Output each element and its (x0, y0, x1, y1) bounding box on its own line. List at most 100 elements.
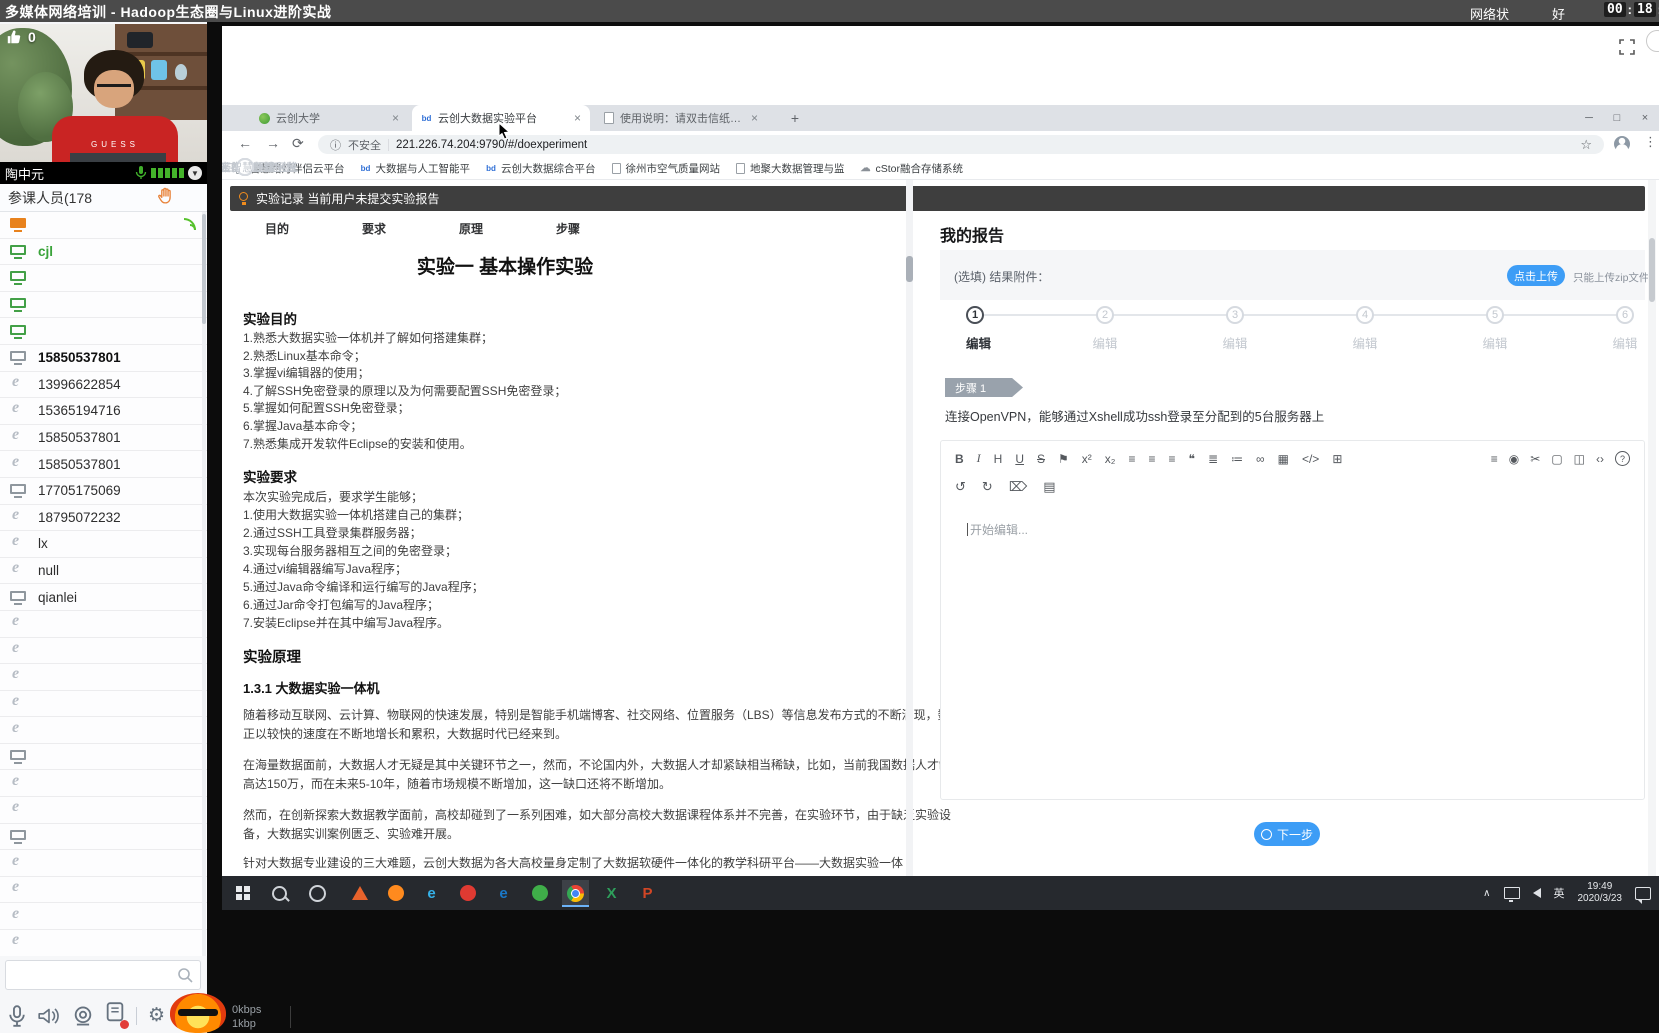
page-scrollbar[interactable] (1648, 180, 1656, 876)
mic-icon[interactable] (135, 166, 147, 180)
tab-yunchuang-university[interactable]: 云创大学 × (250, 105, 408, 131)
taskbar-clock[interactable]: 19:49 2020/3/23 (1578, 881, 1623, 906)
doc-nav-item[interactable]: 原理 (459, 220, 483, 237)
participant-row[interactable]: null (0, 558, 207, 585)
ie-icon[interactable]: e (418, 880, 445, 907)
image-icon[interactable]: ▦ (1278, 452, 1289, 466)
doc-nav-item[interactable]: 目的 (265, 220, 289, 237)
participant-row[interactable]: 18795072232 (0, 505, 207, 532)
ordered-list-icon[interactable]: ≣ (1208, 452, 1218, 466)
heading-icon[interactable]: H (994, 452, 1003, 466)
participant-row[interactable] (0, 691, 207, 718)
participant-row[interactable]: 15850537801 (0, 345, 207, 372)
like-counter[interactable]: 0 (6, 29, 36, 45)
superscript-icon[interactable]: x² (1082, 452, 1092, 466)
bookmark-jingkai-env[interactable]: 经开区智慧环保平台 (236, 158, 254, 176)
firefox-icon[interactable] (382, 880, 409, 907)
redo-icon[interactable]: ↻ (982, 479, 993, 495)
reload-button[interactable]: ⟳ (292, 135, 304, 152)
report-editor[interactable]: BIHUS⚑x²x₂≡≡≡❝≣≔∞▦</>⊞ ≡◉✂▢◫‹›? ↺↻⌦▤ 开始编… (940, 440, 1645, 800)
forward-button[interactable]: → (266, 135, 280, 151)
participant-row[interactable] (0, 212, 207, 239)
excel-icon[interactable]: X (598, 880, 625, 907)
bookmark-xuzhou-air[interactable]: 徐州市空气质量网站 (612, 161, 721, 176)
cut-icon[interactable]: ✂ (1530, 452, 1540, 466)
participant-row[interactable]: 15850537801 (0, 425, 207, 452)
tab-usage-notes[interactable]: 使用说明：请双击信纸表头修改 × (595, 105, 767, 131)
participant-row[interactable] (0, 744, 207, 771)
browser-menu-icon[interactable]: ⋮ (1644, 134, 1657, 150)
network-tray-icon[interactable] (1504, 887, 1520, 899)
participant-row[interactable]: 17705175069 (0, 478, 207, 505)
window-close-button[interactable]: × (1631, 105, 1659, 131)
align-center-icon[interactable]: ≡ (1148, 452, 1155, 466)
powerpoint-icon[interactable]: P (634, 880, 661, 907)
gear-icon[interactable]: ⚙ (148, 1006, 165, 1025)
chrome-icon[interactable] (562, 880, 589, 907)
step-dot[interactable]: 1 (966, 306, 984, 324)
volume-tray-icon[interactable] (1533, 888, 1541, 898)
italic-icon[interactable]: I (977, 451, 981, 466)
participant-row[interactable] (0, 611, 207, 638)
mark-icon[interactable]: ⚑ (1058, 452, 1069, 466)
new-tab-button[interactable]: + (782, 109, 808, 127)
step-dot[interactable]: 2 (1096, 306, 1114, 324)
code-icon[interactable]: </> (1302, 452, 1319, 466)
tab-close-icon[interactable]: × (574, 111, 581, 125)
doc-nav-item[interactable]: 要求 (362, 220, 386, 237)
participant-row[interactable] (0, 824, 207, 851)
input-language[interactable]: 英 (1554, 885, 1565, 901)
split-view-icon[interactable]: ◫ (1574, 452, 1585, 466)
participant-row[interactable] (0, 265, 207, 292)
participant-row[interactable]: 15365194716 (0, 398, 207, 425)
edge-icon[interactable]: e (490, 880, 517, 907)
back-button[interactable]: ← (238, 135, 252, 151)
step-dot[interactable]: 5 (1486, 306, 1504, 324)
webcam-button[interactable] (72, 1005, 94, 1027)
help-icon[interactable]: ? (1615, 451, 1630, 466)
participant-row[interactable] (0, 797, 207, 824)
trash-icon[interactable]: ⌦ (1009, 479, 1027, 495)
raise-hand-icon[interactable] (157, 187, 173, 208)
undo-icon[interactable]: ↺ (955, 479, 966, 495)
window-maximize-button[interactable]: □ (1603, 105, 1631, 131)
step-dot[interactable]: 6 (1616, 306, 1634, 324)
tab-close-icon[interactable]: × (392, 111, 399, 125)
step-dot[interactable]: 3 (1226, 306, 1244, 324)
bookmark-cstor-storage[interactable]: cStor融合存储系统 (861, 161, 964, 176)
bookmark-star-icon[interactable]: ☆ (1580, 137, 1592, 153)
participant-row[interactable] (0, 850, 207, 877)
info-icon[interactable]: ⓘ (330, 137, 341, 153)
tray-chevron-icon[interactable]: ∧ (1483, 888, 1490, 899)
html-icon[interactable]: ‹› (1596, 452, 1604, 466)
participant-row[interactable] (0, 717, 207, 744)
bookmark-diju-bigdata[interactable]: 地聚大数据管理与监 (736, 161, 845, 176)
subscript-icon[interactable]: x₂ (1105, 452, 1116, 466)
next-step-button[interactable]: 下一步 (1254, 822, 1320, 846)
speaker-button[interactable] (37, 1005, 61, 1027)
participants-scrollbar[interactable] (202, 212, 206, 956)
search-icon[interactable] (177, 967, 194, 989)
start-button[interactable] (236, 886, 250, 900)
align-right-icon[interactable]: ≡ (1169, 452, 1176, 466)
participant-row[interactable]: qianlei (0, 584, 207, 611)
device-button[interactable] (105, 1002, 125, 1029)
search-input[interactable] (6, 961, 200, 989)
participant-row[interactable] (0, 638, 207, 665)
mic-button[interactable] (8, 1005, 26, 1027)
fullscreen-toggle-icon[interactable] (1618, 38, 1636, 56)
participant-row[interactable]: lx (0, 531, 207, 558)
participant-row[interactable] (0, 930, 207, 956)
quote-icon[interactable]: ❝ (1189, 452, 1195, 466)
participant-row[interactable] (0, 318, 207, 345)
editor-placeholder[interactable]: 开始编辑... (967, 521, 1644, 538)
participant-row[interactable]: 13996622854 (0, 372, 207, 399)
task-view-icon[interactable] (309, 885, 326, 902)
save-icon[interactable]: ▤ (1043, 479, 1055, 495)
participants-list[interactable]: cjl (0, 212, 207, 956)
url-text[interactable]: 221.226.74.204:9790/#/doexperiment (396, 139, 587, 151)
participant-row[interactable] (0, 664, 207, 691)
action-center-icon[interactable] (1635, 887, 1651, 900)
participant-row[interactable]: cjl (0, 239, 207, 266)
chevron-down-icon[interactable]: ▼ (188, 166, 202, 180)
